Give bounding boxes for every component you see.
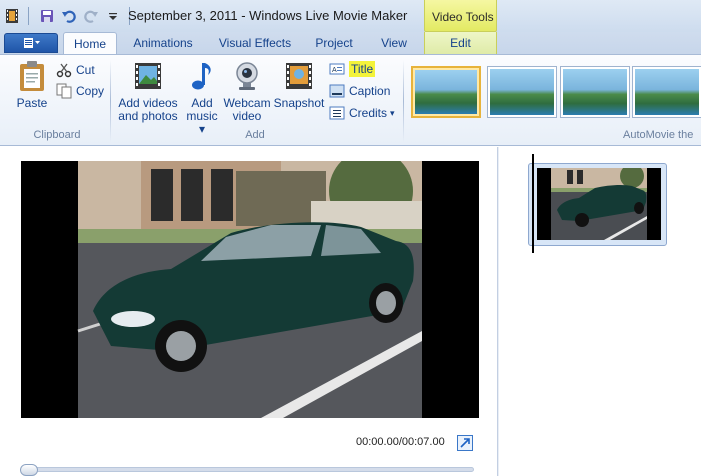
caption-label: Caption xyxy=(349,84,391,98)
credits-button[interactable]: Credits ▾ xyxy=(329,103,395,123)
tab-project[interactable]: Project xyxy=(306,32,362,54)
fullscreen-preview-button[interactable] xyxy=(457,435,473,451)
scissors-icon xyxy=(56,62,72,78)
automovie-theme-fade[interactable] xyxy=(560,66,630,118)
toolbar-separator xyxy=(28,7,29,25)
clipboard-group-label: Clipboard xyxy=(33,129,81,141)
contextual-group-label: Video Tools xyxy=(432,10,494,24)
webcam-icon xyxy=(231,60,263,92)
playback-time: 00:00.00/00:07.00 xyxy=(356,436,445,448)
expand-icon xyxy=(460,438,470,448)
paste-label: Paste xyxy=(16,96,48,110)
menu-icon xyxy=(24,38,40,48)
add-videos-label-line2: and photos xyxy=(118,109,178,123)
car-photo xyxy=(21,161,479,418)
add-group-label: Add xyxy=(245,129,265,141)
dropdown-arrow-icon[interactable] xyxy=(103,6,123,26)
group-separator xyxy=(403,60,404,142)
tab-home[interactable]: Home xyxy=(63,32,117,54)
automovie-theme-contemporary[interactable] xyxy=(487,66,557,118)
undo-icon[interactable] xyxy=(59,6,79,26)
caption-icon xyxy=(329,83,345,99)
redo-icon[interactable] xyxy=(81,6,101,26)
film-strip-icon[interactable] xyxy=(2,6,22,26)
title-button[interactable]: A Title xyxy=(329,59,376,79)
automovie-theme-pan-zoom[interactable] xyxy=(632,66,701,118)
credits-icon xyxy=(329,105,345,121)
webcam-video-button[interactable]: Webcam video xyxy=(223,60,271,123)
snapshot-icon xyxy=(283,60,315,92)
music-note-icon xyxy=(186,60,218,92)
title-label: Title xyxy=(349,61,376,77)
copy-icon xyxy=(56,83,72,99)
add-videos-and-photos-button[interactable]: Add videos and photos xyxy=(116,60,180,123)
copy-label: Copy xyxy=(76,84,105,98)
theme-thumbnail xyxy=(415,70,477,114)
quick-access-toolbar xyxy=(0,4,136,28)
video-tools-context-group: Video Tools xyxy=(424,0,497,32)
save-icon[interactable] xyxy=(37,6,57,26)
tab-animations[interactable]: Animations xyxy=(122,32,204,54)
credits-label: Credits xyxy=(349,106,388,120)
video-preview[interactable] xyxy=(21,161,479,418)
cut-label: Cut xyxy=(76,63,95,77)
title-icon: A xyxy=(329,61,345,77)
tab-view[interactable]: View xyxy=(370,32,418,54)
application-menu-button[interactable] xyxy=(4,33,58,53)
group-separator xyxy=(110,60,111,142)
paste-button[interactable]: Paste xyxy=(14,60,50,110)
snapshot-label: Snapshot xyxy=(273,96,325,110)
svg-text:A: A xyxy=(332,67,337,74)
tab-edit[interactable]: Edit xyxy=(424,32,497,54)
automovie-theme-default[interactable] xyxy=(411,66,481,118)
clipboard-icon xyxy=(16,60,48,92)
window-title: September 3, 2011 - Windows Live Movie M… xyxy=(128,8,408,23)
cut-button[interactable]: Cut xyxy=(56,60,95,80)
theme-thumbnail xyxy=(490,69,554,115)
chevron-down-icon: ▾ xyxy=(390,107,395,118)
add-music-button[interactable]: Add music ▾ xyxy=(183,60,221,136)
theme-thumbnail xyxy=(563,69,627,115)
add-music-label-line2: music ▾ xyxy=(186,109,218,136)
webcam-label-line2: video xyxy=(232,109,262,123)
clip-thumbnail xyxy=(537,168,661,240)
add-videos-photos-icon xyxy=(132,60,164,92)
storyboard-playhead[interactable] xyxy=(532,154,534,253)
automovie-group-label: AutoMovie the xyxy=(623,129,694,141)
seek-bar[interactable] xyxy=(22,467,474,472)
caption-button[interactable]: Caption xyxy=(329,81,390,101)
theme-thumbnail xyxy=(635,69,699,115)
seek-slider-thumb[interactable] xyxy=(20,464,38,476)
copy-button[interactable]: Copy xyxy=(56,81,104,101)
snapshot-button[interactable]: Snapshot xyxy=(273,60,325,110)
tab-visual-effects[interactable]: Visual Effects xyxy=(210,32,300,54)
